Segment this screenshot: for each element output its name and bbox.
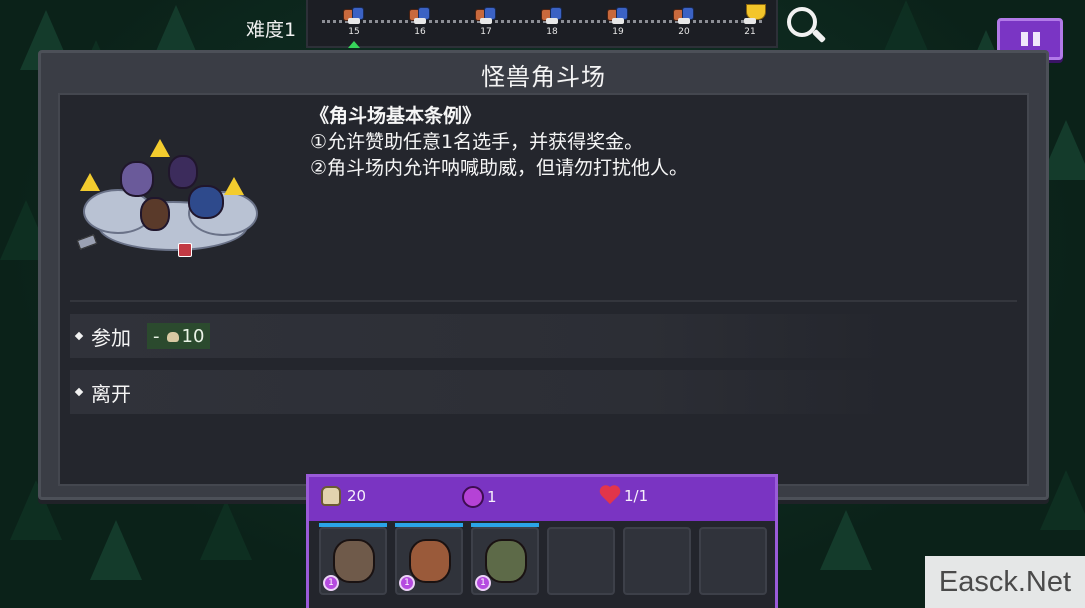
enemy-group-icon	[673, 4, 695, 26]
coin-bag-icon	[321, 486, 341, 506]
enemy-group-icon	[409, 4, 431, 26]
enemy-group-icon	[343, 4, 365, 26]
cost-badge: - 10	[147, 323, 211, 349]
event-title: 怪兽角斗场	[481, 63, 606, 91]
enemy-group-icon	[607, 4, 629, 26]
bullet-icon	[74, 387, 84, 397]
bullet-icon	[74, 331, 84, 341]
event-content: 《角斗场基本条例》 ①允许赞助任意1名选手，并获得奖金。 ②角斗场内允许呐喊助威…	[58, 93, 1029, 486]
rule-item: ②角斗场内允许呐喊助威，但请勿打扰他人。	[310, 157, 689, 179]
stage-16: 16	[402, 4, 438, 44]
heart-icon	[599, 486, 621, 506]
join-option[interactable]: 参加 - 10	[70, 314, 890, 358]
stage-21-boss: 21	[732, 4, 768, 44]
difficulty-label: 难度1	[246, 19, 297, 41]
watermark: Easck.Net	[925, 556, 1085, 608]
level-badge: 1	[399, 575, 415, 591]
level-badge: 1	[475, 575, 491, 591]
divider	[70, 300, 1017, 302]
stage-progress-track: 15 16 17 18 19 20 21	[306, 0, 778, 48]
arena-brawl-illustration	[76, 131, 278, 261]
rule-item: ①允许赞助任意1名选手，并获得奖金。	[310, 131, 644, 153]
enemy-group-icon	[541, 4, 563, 26]
stage-17: 17	[468, 4, 504, 44]
level-badge: 1	[323, 575, 339, 591]
team-slots: 1 1 1	[309, 521, 775, 608]
team-slot[interactable]: 1	[319, 523, 387, 595]
leave-option[interactable]: 离开	[70, 370, 890, 414]
gem-icon	[462, 486, 484, 508]
search-button[interactable]	[785, 5, 829, 49]
team-slot-empty[interactable]	[547, 527, 615, 595]
resource-counters: 20 1 1/1	[309, 477, 775, 515]
arena-rules: 《角斗场基本条例》 ①允许赞助任意1名选手，并获得奖金。 ②角斗场内允许呐喊助威…	[310, 103, 688, 181]
team-slot-empty[interactable]	[623, 527, 691, 595]
resource-panel: 20 1 1/1 1 1 1	[306, 474, 778, 608]
stage-18: 18	[534, 4, 570, 44]
stage-20: 20	[666, 4, 702, 44]
option-label: 参加	[91, 325, 131, 350]
trophy-icon	[739, 4, 766, 26]
monster-icon	[409, 539, 451, 583]
monster-icon	[485, 539, 527, 583]
stage-19: 19	[600, 4, 636, 44]
team-slot-empty[interactable]	[699, 527, 767, 595]
team-slot[interactable]: 1	[395, 523, 463, 595]
team-slot[interactable]: 1	[471, 523, 539, 595]
stage-15: 15	[336, 4, 372, 48]
rules-title: 《角斗场基本条例》	[310, 105, 482, 127]
gem-counter: 1	[462, 486, 497, 508]
enemy-group-icon	[475, 4, 497, 26]
heart-counter: 1/1	[599, 486, 648, 506]
coin-bag-icon	[166, 332, 179, 342]
option-label: 离开	[91, 381, 131, 406]
pause-icon	[1021, 32, 1028, 46]
cost-value: 10	[181, 325, 205, 347]
monster-icon	[333, 539, 375, 583]
current-stage-marker-icon	[348, 41, 360, 48]
coin-counter: 20	[321, 486, 366, 506]
event-dialog: 怪兽角斗场 《角斗场基本条例》 ①允许赞助任意1名选手，并获得奖金。 ②角斗场内…	[38, 50, 1049, 500]
